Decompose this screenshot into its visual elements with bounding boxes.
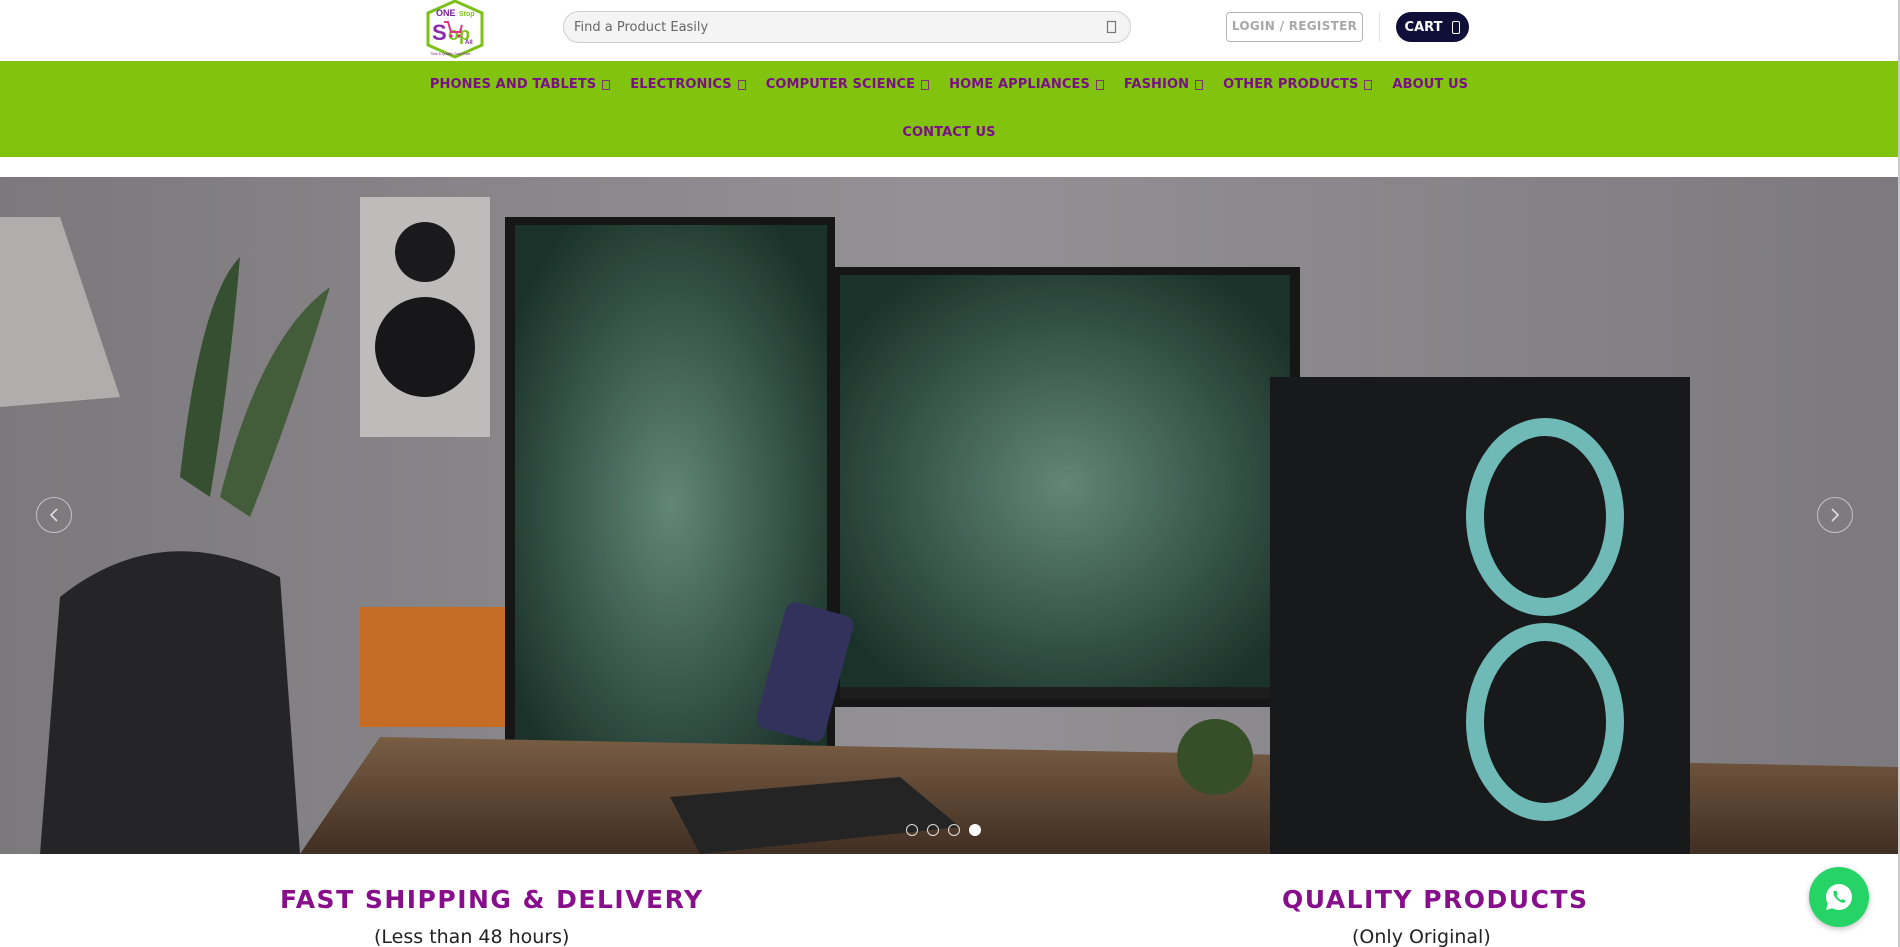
- chevron-down-icon: [1095, 80, 1104, 90]
- feature-subtitle-quality: (Only Original): [1352, 926, 1491, 947]
- nav-item-label: ABOUT US: [1392, 77, 1469, 92]
- whatsapp-chat-button[interactable]: [1809, 867, 1869, 927]
- svg-text:S: S: [432, 20, 447, 45]
- slider-dot-2[interactable]: [927, 824, 939, 836]
- chevron-right-icon: [1831, 508, 1840, 522]
- nav-item-label: PHONES AND TABLETS: [429, 77, 597, 92]
- feature-subtitle-shipping: (Less than 48 hours): [374, 926, 570, 947]
- chevron-down-icon: [737, 80, 746, 90]
- chevron-down-icon: [602, 80, 611, 90]
- svg-text:All: All: [465, 40, 473, 46]
- site-header: ONE Stop S op All Time & Quality Over Pr…: [0, 0, 1898, 61]
- login-register-button[interactable]: LOGIN / REGISTER: [1226, 12, 1363, 42]
- slider-next-button[interactable]: [1817, 497, 1853, 533]
- cart-icon: [1452, 20, 1461, 34]
- main-navigation: PHONES AND TABLETS ELECTRONICS COMPUTER …: [0, 61, 1898, 157]
- svg-text:Time & Quality Over Price: Time & Quality Over Price: [430, 52, 470, 56]
- nav-item-contact-us[interactable]: CONTACT US: [892, 122, 1005, 144]
- nav-item-about-us[interactable]: ABOUT US: [1382, 74, 1478, 96]
- nav-item-label: HOME APPLIANCES: [949, 77, 1090, 92]
- nav-item-fashion[interactable]: FASHION: [1114, 74, 1213, 96]
- nav-item-other-products[interactable]: OTHER PRODUCTS: [1213, 74, 1382, 96]
- search-icon[interactable]: [1106, 20, 1118, 34]
- cart-button[interactable]: CART: [1396, 12, 1469, 42]
- search-input[interactable]: [564, 12, 1130, 42]
- hero-slider: [0, 177, 1898, 854]
- slider-dot-4[interactable]: [969, 824, 981, 836]
- feature-title-shipping: FAST SHIPPING & DELIVERY: [280, 885, 704, 914]
- chevron-down-icon: [1364, 80, 1373, 90]
- cart-label: CART: [1404, 19, 1443, 35]
- nav-item-label: COMPUTER SCIENCE: [765, 77, 916, 92]
- chevron-left-icon: [49, 508, 58, 522]
- svg-text:Stop: Stop: [459, 11, 475, 18]
- header-divider: [1379, 12, 1380, 42]
- slider-dot-3[interactable]: [948, 824, 960, 836]
- nav-item-electronics[interactable]: ELECTRONICS: [620, 74, 755, 96]
- chevron-down-icon: [921, 80, 930, 90]
- slider-dot-1[interactable]: [906, 824, 918, 836]
- nav-item-label: CONTACT US: [902, 125, 996, 140]
- nav-item-label: OTHER PRODUCTS: [1223, 77, 1359, 92]
- chevron-down-icon: [1195, 80, 1204, 90]
- feature-title-quality: QUALITY PRODUCTS: [1282, 885, 1589, 914]
- whatsapp-icon: [1825, 883, 1852, 911]
- slider-prev-button[interactable]: [36, 497, 72, 533]
- nav-item-computer-science[interactable]: COMPUTER SCIENCE: [756, 74, 939, 96]
- slider-dots: [906, 824, 981, 836]
- site-logo[interactable]: ONE Stop S op All Time & Quality Over Pr…: [422, 0, 488, 59]
- nav-item-home-appliances[interactable]: HOME APPLIANCES: [939, 74, 1114, 96]
- nav-item-label: FASHION: [1123, 77, 1190, 92]
- hero-slide-image: [0, 177, 1898, 854]
- nav-item-label: ELECTRONICS: [630, 77, 732, 92]
- search-bar[interactable]: [563, 11, 1131, 43]
- nav-item-phones-and-tablets[interactable]: PHONES AND TABLETS: [420, 74, 620, 96]
- nav-row-primary: PHONES AND TABLETS ELECTRONICS COMPUTER …: [0, 74, 1898, 96]
- nav-row-secondary: CONTACT US: [0, 122, 1898, 144]
- svg-text:ONE: ONE: [436, 8, 456, 18]
